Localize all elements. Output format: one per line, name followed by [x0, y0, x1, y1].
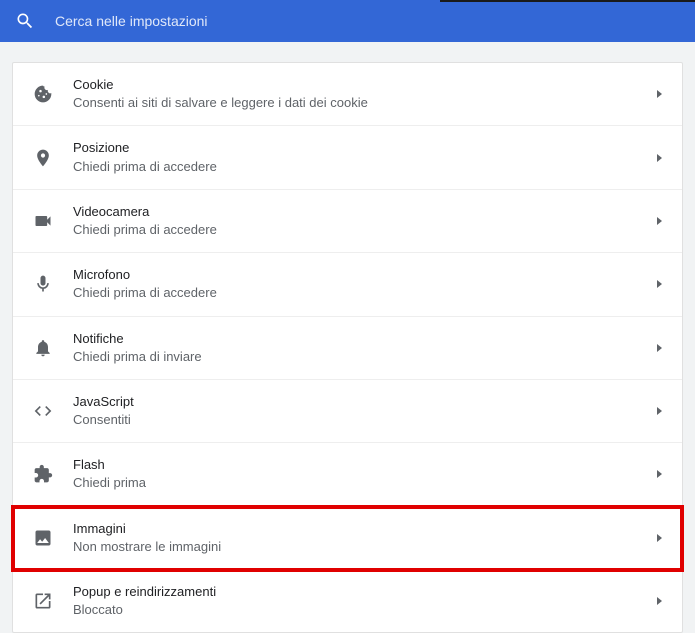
row-subtitle: Chiedi prima di accedere [73, 284, 657, 302]
row-title: Posizione [73, 139, 657, 157]
settings-row-camera[interactable]: Videocamera Chiedi prima di accedere [13, 190, 682, 253]
settings-row-microphone[interactable]: Microfono Chiedi prima di accedere [13, 253, 682, 316]
chevron-right-icon [657, 344, 662, 352]
row-title: Immagini [73, 520, 657, 538]
row-subtitle: Chiedi prima [73, 474, 657, 492]
chevron-right-icon [657, 154, 662, 162]
row-text: Popup e reindirizzamenti Bloccato [73, 583, 657, 619]
chevron-right-icon [657, 407, 662, 415]
settings-row-images[interactable]: Immagini Non mostrare le immagini [13, 507, 682, 570]
row-text: Posizione Chiedi prima di accedere [73, 139, 657, 175]
row-subtitle: Consenti ai siti di salvare e leggere i … [73, 94, 657, 112]
location-icon [33, 148, 53, 168]
row-title: Microfono [73, 266, 657, 284]
extension-icon [33, 464, 53, 484]
settings-row-popups[interactable]: Popup e reindirizzamenti Bloccato [13, 570, 682, 632]
code-icon [33, 401, 53, 421]
cookie-icon [33, 84, 53, 104]
chevron-right-icon [657, 90, 662, 98]
row-text: Cookie Consenti ai siti di salvare e leg… [73, 76, 657, 112]
row-title: Videocamera [73, 203, 657, 221]
chevron-right-icon [657, 280, 662, 288]
chevron-right-icon [657, 597, 662, 605]
row-title: Popup e reindirizzamenti [73, 583, 657, 601]
row-text: JavaScript Consentiti [73, 393, 657, 429]
bell-icon [33, 338, 53, 358]
popup-icon [33, 591, 53, 611]
settings-row-notifications[interactable]: Notifiche Chiedi prima di inviare [13, 317, 682, 380]
microphone-icon [33, 274, 53, 294]
row-text: Immagini Non mostrare le immagini [73, 520, 657, 556]
row-subtitle: Chiedi prima di accedere [73, 158, 657, 176]
settings-row-cookie[interactable]: Cookie Consenti ai siti di salvare e leg… [13, 63, 682, 126]
camera-icon [33, 211, 53, 231]
row-subtitle: Chiedi prima di accedere [73, 221, 657, 239]
settings-list: Cookie Consenti ai siti di salvare e leg… [12, 62, 683, 633]
chevron-right-icon [657, 534, 662, 542]
row-text: Flash Chiedi prima [73, 456, 657, 492]
image-icon [33, 528, 53, 548]
row-subtitle: Consentiti [73, 411, 657, 429]
row-subtitle: Bloccato [73, 601, 657, 619]
row-text: Microfono Chiedi prima di accedere [73, 266, 657, 302]
row-title: Cookie [73, 76, 657, 94]
settings-row-location[interactable]: Posizione Chiedi prima di accedere [13, 126, 682, 189]
search-bar[interactable] [0, 0, 695, 42]
settings-row-flash[interactable]: Flash Chiedi prima [13, 443, 682, 506]
row-title: Flash [73, 456, 657, 474]
row-text: Videocamera Chiedi prima di accedere [73, 203, 657, 239]
settings-row-javascript[interactable]: JavaScript Consentiti [13, 380, 682, 443]
chevron-right-icon [657, 470, 662, 478]
row-title: Notifiche [73, 330, 657, 348]
row-title: JavaScript [73, 393, 657, 411]
search-input[interactable] [55, 13, 680, 29]
row-subtitle: Chiedi prima di inviare [73, 348, 657, 366]
row-text: Notifiche Chiedi prima di inviare [73, 330, 657, 366]
search-icon [15, 11, 35, 31]
chevron-right-icon [657, 217, 662, 225]
row-subtitle: Non mostrare le immagini [73, 538, 657, 556]
